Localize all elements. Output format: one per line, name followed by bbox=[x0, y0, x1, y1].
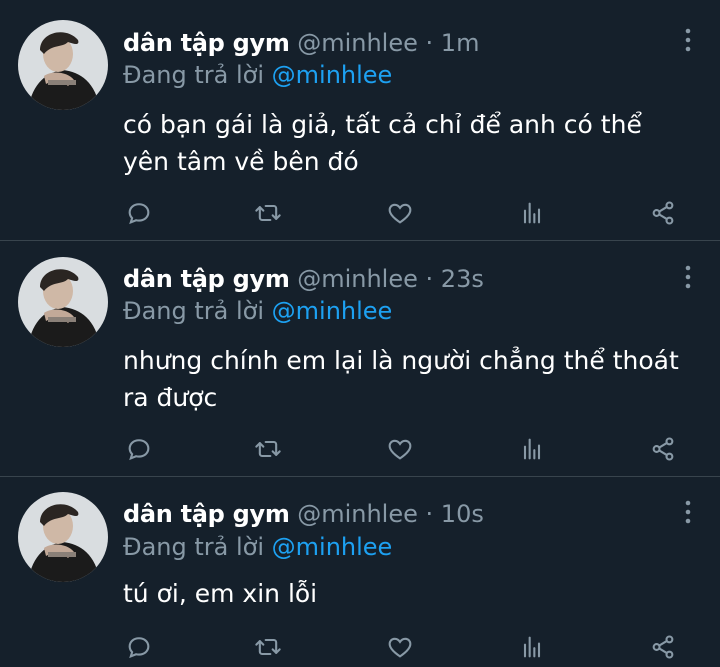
reply-mention-link[interactable]: @minhlee bbox=[272, 533, 393, 561]
reply-context: Đang trả lời @minhlee bbox=[123, 60, 392, 90]
avatar[interactable] bbox=[18, 257, 108, 347]
tweet-actions bbox=[0, 632, 720, 662]
separator-dot: · bbox=[425, 500, 434, 528]
heart-icon bbox=[388, 203, 412, 224]
analytics-icon bbox=[523, 636, 541, 658]
reply-mention-link[interactable]: @minhlee bbox=[272, 297, 393, 325]
share-icon bbox=[652, 635, 674, 659]
analytics-button[interactable] bbox=[517, 632, 547, 662]
more-vertical-icon[interactable] bbox=[684, 265, 692, 289]
analytics-button[interactable] bbox=[517, 198, 547, 228]
share-icon bbox=[652, 437, 674, 461]
timestamp[interactable]: 1m bbox=[441, 29, 480, 57]
avatar[interactable] bbox=[18, 20, 108, 110]
handle[interactable]: @minhlee bbox=[297, 29, 418, 57]
tweet[interactable]: dân tập gym @minhlee · 10s Đang trả lời … bbox=[0, 477, 720, 667]
share-icon bbox=[652, 201, 674, 225]
handle[interactable]: @minhlee bbox=[297, 265, 418, 293]
more-vertical-icon[interactable] bbox=[684, 28, 692, 52]
display-name[interactable]: dân tập gym bbox=[123, 29, 290, 57]
retweet-icon bbox=[255, 440, 281, 458]
tweet-header: dân tập gym @minhlee · 1m bbox=[123, 28, 660, 58]
reply-button[interactable] bbox=[124, 198, 154, 228]
reply-icon bbox=[128, 203, 150, 225]
retweet-icon bbox=[255, 204, 281, 222]
reply-context: Đang trả lời @minhlee bbox=[123, 296, 392, 326]
share-button[interactable] bbox=[648, 198, 678, 228]
display-name[interactable]: dân tập gym bbox=[123, 500, 290, 528]
tweet-header: dân tập gym @minhlee · 23s bbox=[123, 264, 660, 294]
tweet[interactable]: dân tập gym @minhlee · 23s Đang trả lời … bbox=[0, 241, 720, 477]
reply-mention-link[interactable]: @minhlee bbox=[272, 61, 393, 89]
tweet-actions bbox=[0, 434, 720, 464]
reply-icon bbox=[128, 637, 150, 659]
separator-dot: · bbox=[425, 29, 434, 57]
handle[interactable]: @minhlee bbox=[297, 500, 418, 528]
reply-button[interactable] bbox=[124, 434, 154, 464]
tweet-feed: dân tập gym @minhlee · 1m Đang trả lời @… bbox=[0, 0, 720, 667]
separator-dot: · bbox=[425, 265, 434, 293]
reply-prefix: Đang trả lời bbox=[123, 61, 265, 89]
retweet-button[interactable] bbox=[253, 434, 283, 464]
share-button[interactable] bbox=[648, 434, 678, 464]
display-name[interactable]: dân tập gym bbox=[123, 265, 290, 293]
timestamp[interactable]: 10s bbox=[441, 500, 484, 528]
tweet-actions bbox=[0, 198, 720, 228]
avatar[interactable] bbox=[18, 492, 108, 582]
reply-prefix: Đang trả lời bbox=[123, 297, 265, 325]
retweet-button[interactable] bbox=[253, 198, 283, 228]
analytics-button[interactable] bbox=[517, 434, 547, 464]
reply-context: Đang trả lời @minhlee bbox=[123, 532, 392, 562]
tweet-text: nhưng chính em lại là người chẳng thể th… bbox=[123, 346, 679, 412]
analytics-icon bbox=[523, 202, 541, 224]
reply-icon bbox=[128, 439, 150, 461]
heart-icon bbox=[388, 637, 412, 658]
retweet-icon bbox=[255, 638, 281, 656]
heart-icon bbox=[388, 439, 412, 460]
reply-button[interactable] bbox=[124, 632, 154, 662]
tweet-header: dân tập gym @minhlee · 10s bbox=[123, 499, 660, 529]
retweet-button[interactable] bbox=[253, 632, 283, 662]
timestamp[interactable]: 23s bbox=[441, 265, 484, 293]
tweet[interactable]: dân tập gym @minhlee · 1m Đang trả lời @… bbox=[0, 0, 720, 241]
tweet-text: tú ơi, em xin lỗi bbox=[123, 579, 318, 608]
analytics-icon bbox=[523, 438, 541, 460]
more-vertical-icon[interactable] bbox=[684, 500, 692, 524]
share-button[interactable] bbox=[648, 632, 678, 662]
like-button[interactable] bbox=[385, 198, 415, 228]
reply-prefix: Đang trả lời bbox=[123, 533, 265, 561]
like-button[interactable] bbox=[385, 632, 415, 662]
tweet-text: có bạn gái là giả, tất cả chỉ để anh có … bbox=[123, 110, 642, 176]
like-button[interactable] bbox=[385, 434, 415, 464]
